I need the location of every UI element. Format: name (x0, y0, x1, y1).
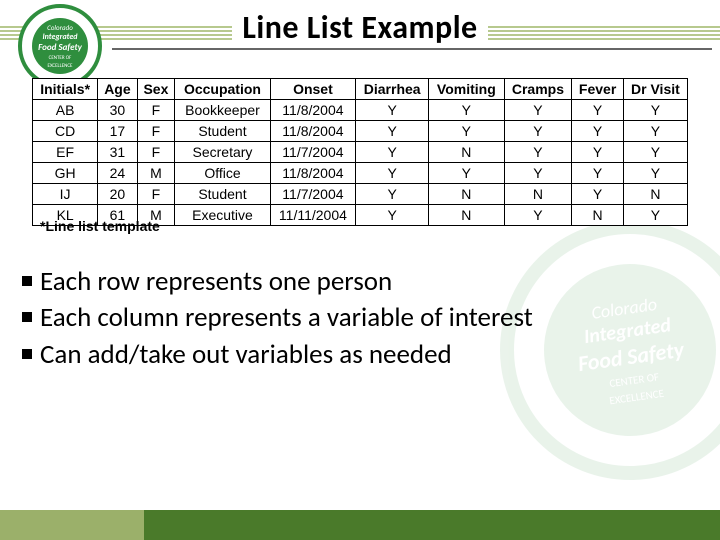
title-text: Line List Example (232, 8, 487, 47)
bullet-square-icon (22, 312, 32, 322)
table-cell: Y (623, 205, 687, 226)
table-cell: M (137, 163, 175, 184)
table-cell: Y (623, 142, 687, 163)
table-cell: Y (356, 163, 429, 184)
logo-line-3: Food Safety (38, 42, 82, 53)
list-item: Can add/take out variables as needed (22, 337, 698, 373)
table-cell: 20 (98, 184, 137, 205)
table-cell: 24 (98, 163, 137, 184)
table-cell: N (429, 205, 504, 226)
page-title: Line List Example (0, 8, 720, 47)
table-cell: Y (429, 100, 504, 121)
table-row: AB30FBookkeeper11/8/2004YYYYY (33, 100, 688, 121)
table-cell: CD (33, 121, 98, 142)
table-cell: F (137, 184, 175, 205)
table-cell: N (429, 142, 504, 163)
table-cell: N (572, 205, 623, 226)
slide: Line List Example Colorado Integrated Fo… (0, 0, 720, 540)
table-cell: Y (572, 184, 623, 205)
column-header: Sex (137, 79, 175, 100)
column-header: Initials* (33, 79, 98, 100)
table-cell: N (623, 184, 687, 205)
table-cell: N (429, 184, 504, 205)
table-cell: Y (504, 163, 572, 184)
table-cell: 31 (98, 142, 137, 163)
table-cell: Y (356, 142, 429, 163)
table-cell: Y (356, 184, 429, 205)
logo-icon: Colorado Integrated Food Safety CENTER O… (18, 4, 102, 88)
table-cell: Student (175, 121, 270, 142)
table-cell: Y (429, 163, 504, 184)
table-cell: N (504, 184, 572, 205)
bullet-square-icon (22, 349, 32, 359)
table-cell: 30 (98, 100, 137, 121)
table-cell: Y (356, 100, 429, 121)
table-cell: Y (356, 205, 429, 226)
table-cell: Y (504, 121, 572, 142)
table-cell: Y (572, 100, 623, 121)
list-item: Each row represents one person (22, 264, 698, 300)
table-cell: Y (504, 142, 572, 163)
table-cell: Y (572, 121, 623, 142)
bullet-text: Each row represents one person (40, 264, 392, 300)
bullet-list: Each row represents one person Each colu… (22, 264, 698, 373)
table-cell: 11/7/2004 (270, 184, 355, 205)
table-cell: Y (623, 163, 687, 184)
column-header: Fever (572, 79, 623, 100)
list-item: Each column represents a variable of int… (22, 300, 698, 336)
column-header: Cramps (504, 79, 572, 100)
column-header: Vomiting (429, 79, 504, 100)
column-header: Age (98, 79, 137, 100)
table-cell: Y (356, 121, 429, 142)
table-cell: F (137, 142, 175, 163)
table-cell: Executive (175, 205, 270, 226)
table-cell: GH (33, 163, 98, 184)
table-cell: F (137, 121, 175, 142)
column-header: Occupation (175, 79, 270, 100)
table-cell: Y (623, 100, 687, 121)
table-cell: F (137, 100, 175, 121)
table-cell: 11/8/2004 (270, 100, 355, 121)
table-cell: IJ (33, 184, 98, 205)
table-cell: Y (429, 121, 504, 142)
title-underline (112, 48, 712, 50)
logo-line-4: CENTER OF (49, 55, 72, 61)
table-cell: Bookkeeper (175, 100, 270, 121)
column-header: Dr Visit (623, 79, 687, 100)
footnote: *Line list template (40, 218, 160, 234)
column-header: Diarrhea (356, 79, 429, 100)
table-cell: Y (504, 205, 572, 226)
footer-band (0, 488, 720, 540)
column-header: Onset (270, 79, 355, 100)
logo-line-2: Integrated (42, 32, 77, 42)
table-cell: Secretary (175, 142, 270, 163)
table-cell: Y (623, 121, 687, 142)
table-row: EF31FSecretary11/7/2004YNYYY (33, 142, 688, 163)
table-cell: 11/11/2004 (270, 205, 355, 226)
bullet-square-icon (22, 276, 32, 286)
table-cell: 11/8/2004 (270, 163, 355, 184)
table-cell: AB (33, 100, 98, 121)
bullet-text: Can add/take out variables as needed (40, 337, 452, 373)
line-list-table: Initials*AgeSexOccupationOnsetDiarrheaVo… (32, 78, 688, 226)
table-row: IJ20FStudent11/7/2004YNNYN (33, 184, 688, 205)
table-row: GH24MOffice11/8/2004YYYYY (33, 163, 688, 184)
table-cell: 11/7/2004 (270, 142, 355, 163)
table-cell: Student (175, 184, 270, 205)
table-row: CD17FStudent11/8/2004YYYYY (33, 121, 688, 142)
table-cell: Office (175, 163, 270, 184)
logo-line-5: EXCELLENCE (48, 63, 73, 69)
table-cell: EF (33, 142, 98, 163)
logo-line-1: Colorado (47, 23, 73, 32)
table-cell: Y (504, 100, 572, 121)
table-cell: 11/8/2004 (270, 121, 355, 142)
bullet-text: Each column represents a variable of int… (40, 300, 533, 336)
table-cell: Y (572, 163, 623, 184)
table-cell: 17 (98, 121, 137, 142)
table-cell: Y (572, 142, 623, 163)
